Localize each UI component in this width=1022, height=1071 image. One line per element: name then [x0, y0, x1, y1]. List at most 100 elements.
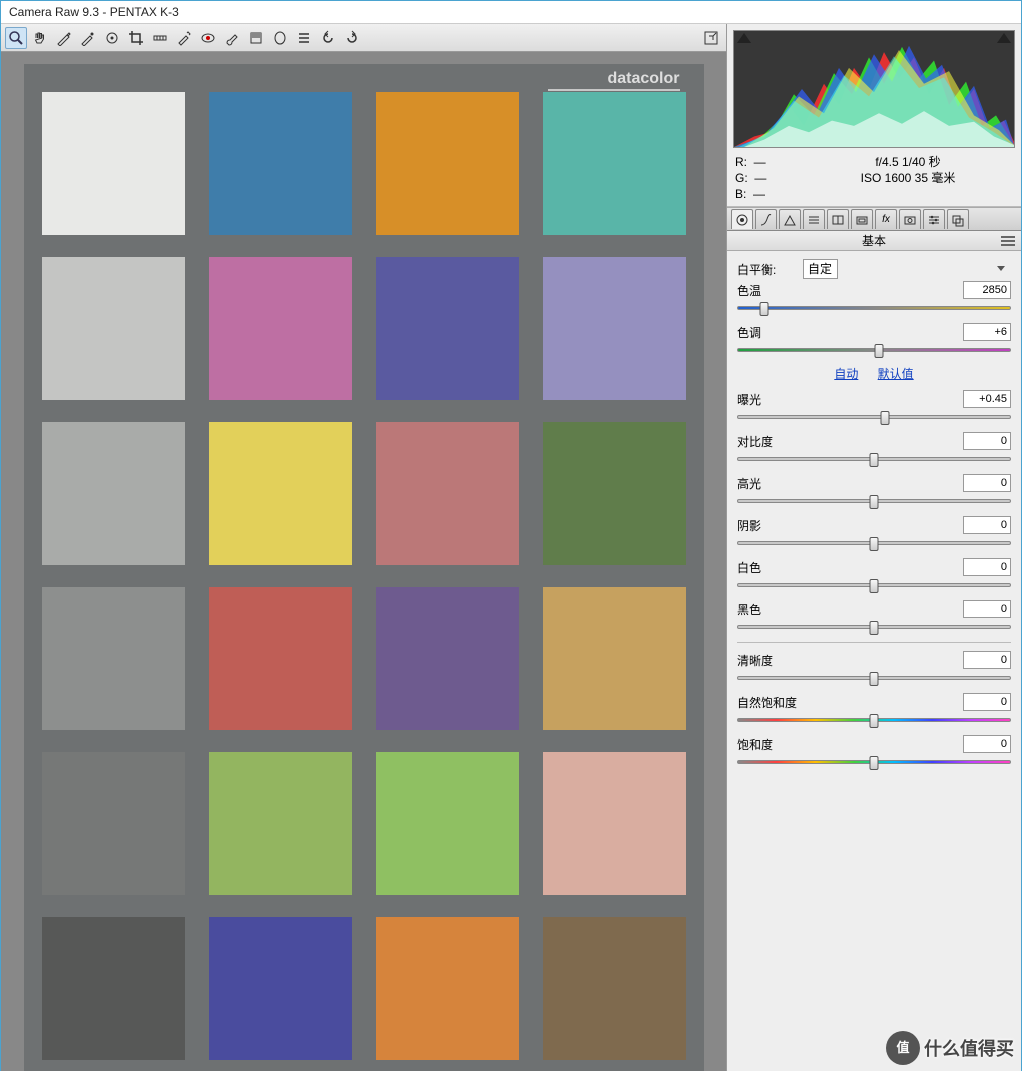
swatch-18 — [376, 752, 519, 895]
slider-track-clarity[interactable] — [737, 671, 1011, 685]
slider-track-highlights[interactable] — [737, 494, 1011, 508]
slider-label-clarity: 清晰度 — [737, 652, 959, 669]
readout-row: R: — G: — B: — f/4.5 1/40 秒 ISO 1600 35 … — [727, 152, 1021, 207]
wb-select[interactable]: 自定 — [803, 259, 838, 279]
swatch-3 — [543, 92, 686, 235]
window-title: Camera Raw 9.3 - PENTAX K-3 — [1, 1, 1021, 24]
slider-track-tint[interactable] — [737, 343, 1011, 357]
slider-vibrance: 自然饱和度 — [737, 693, 1011, 727]
swatch-23 — [543, 917, 686, 1060]
color-sampler-tool-icon[interactable] — [77, 27, 99, 49]
swatch-5 — [209, 257, 352, 400]
slider-label-shadows: 阴影 — [737, 517, 959, 534]
slider-label-contrast: 对比度 — [737, 433, 959, 450]
histogram[interactable] — [733, 30, 1015, 148]
straighten-tool-icon[interactable] — [149, 27, 171, 49]
tab-snapshots-icon[interactable] — [947, 209, 969, 229]
hand-tool-icon[interactable] — [29, 27, 51, 49]
swatch-20 — [42, 917, 185, 1060]
slider-label-temp: 色温 — [737, 282, 959, 299]
slider-value-contrast[interactable] — [963, 432, 1011, 450]
swatch-21 — [209, 917, 352, 1060]
swatch-16 — [42, 752, 185, 895]
slider-track-contrast[interactable] — [737, 452, 1011, 466]
red-eye-tool-icon[interactable] — [197, 27, 219, 49]
slider-label-blacks: 黑色 — [737, 601, 959, 618]
panel-menu-icon[interactable] — [1001, 236, 1015, 246]
highlight-clip-icon[interactable] — [997, 33, 1011, 43]
slider-exposure: 曝光 — [737, 390, 1011, 424]
swatch-6 — [376, 257, 519, 400]
panel-title: 基本 — [727, 231, 1021, 251]
slider-value-whites[interactable] — [963, 558, 1011, 576]
slider-whites: 白色 — [737, 558, 1011, 592]
watermark: 值 什么值得买 — [886, 1031, 1014, 1065]
slider-contrast: 对比度 — [737, 432, 1011, 466]
tab-fx-icon[interactable]: fx — [875, 209, 897, 229]
slider-track-whites[interactable] — [737, 578, 1011, 592]
adjustment-brush-tool-icon[interactable] — [221, 27, 243, 49]
auto-link[interactable]: 自动 — [834, 367, 858, 381]
rotate-left-icon[interactable] — [317, 27, 339, 49]
slider-label-tint: 色调 — [737, 324, 959, 341]
watermark-text: 什么值得买 — [924, 1035, 1014, 1061]
slider-value-vibrance[interactable] — [963, 693, 1011, 711]
radial-filter-tool-icon[interactable] — [269, 27, 291, 49]
slider-value-saturation[interactable] — [963, 735, 1011, 753]
brand-underline — [548, 89, 680, 91]
rotate-right-icon[interactable] — [341, 27, 363, 49]
tab-split-icon[interactable] — [827, 209, 849, 229]
swatch-12 — [42, 587, 185, 730]
tab-basic-icon[interactable] — [731, 209, 753, 229]
slider-track-exposure[interactable] — [737, 410, 1011, 424]
rgb-readout: R: — G: — B: — — [735, 154, 803, 202]
slider-track-blacks[interactable] — [737, 620, 1011, 634]
watermark-logo-icon: 值 — [886, 1031, 920, 1065]
swatch-22 — [376, 917, 519, 1060]
swatch-13 — [209, 587, 352, 730]
slider-value-clarity[interactable] — [963, 651, 1011, 669]
slider-shadows: 阴影 — [737, 516, 1011, 550]
slider-track-vibrance[interactable] — [737, 713, 1011, 727]
swatch-10 — [376, 422, 519, 565]
slider-value-highlights[interactable] — [963, 474, 1011, 492]
slider-value-temp[interactable] — [963, 281, 1011, 299]
slider-blacks: 黑色 — [737, 600, 1011, 634]
zoom-tool-icon[interactable] — [5, 27, 27, 49]
tab-hsl-icon[interactable] — [803, 209, 825, 229]
slider-value-blacks[interactable] — [963, 600, 1011, 618]
tab-detail-icon[interactable] — [779, 209, 801, 229]
slider-track-temp[interactable] — [737, 301, 1011, 315]
spot-removal-tool-icon[interactable] — [173, 27, 195, 49]
white-balance-tool-icon[interactable] — [53, 27, 75, 49]
swatch-8 — [42, 422, 185, 565]
adjust-pane: R: — G: — B: — f/4.5 1/40 秒 ISO 1600 35 … — [727, 24, 1021, 1071]
slider-highlights: 高光 — [737, 474, 1011, 508]
slider-tint: 色调 — [737, 323, 1011, 357]
default-link[interactable]: 默认值 — [878, 367, 914, 381]
canvas-viewport[interactable]: datacolor — [1, 52, 726, 1071]
fullscreen-icon[interactable] — [700, 27, 722, 49]
preferences-icon[interactable] — [293, 27, 315, 49]
graduated-filter-tool-icon[interactable] — [245, 27, 267, 49]
slider-track-saturation[interactable] — [737, 755, 1011, 769]
color-checker-image: datacolor — [24, 64, 704, 1071]
tab-presets-icon[interactable] — [923, 209, 945, 229]
tab-lens-icon[interactable] — [851, 209, 873, 229]
slider-label-exposure: 曝光 — [737, 391, 959, 408]
swatch-14 — [376, 587, 519, 730]
swatch-2 — [376, 92, 519, 235]
slider-value-exposure[interactable] — [963, 390, 1011, 408]
crop-tool-icon[interactable] — [125, 27, 147, 49]
target-adjust-tool-icon[interactable] — [101, 27, 123, 49]
tab-curve-icon[interactable] — [755, 209, 777, 229]
shadow-clip-icon[interactable] — [737, 33, 751, 43]
slider-value-shadows[interactable] — [963, 516, 1011, 534]
slider-track-shadows[interactable] — [737, 536, 1011, 550]
swatch-9 — [209, 422, 352, 565]
content-area: datacolor − + 61.1% 03.DNG — [1, 24, 1021, 1071]
slider-temp: 色温 — [737, 281, 1011, 315]
slider-value-tint[interactable] — [963, 323, 1011, 341]
tab-camera-icon[interactable] — [899, 209, 921, 229]
exif-readout: f/4.5 1/40 秒 ISO 1600 35 毫米 — [803, 154, 1013, 202]
